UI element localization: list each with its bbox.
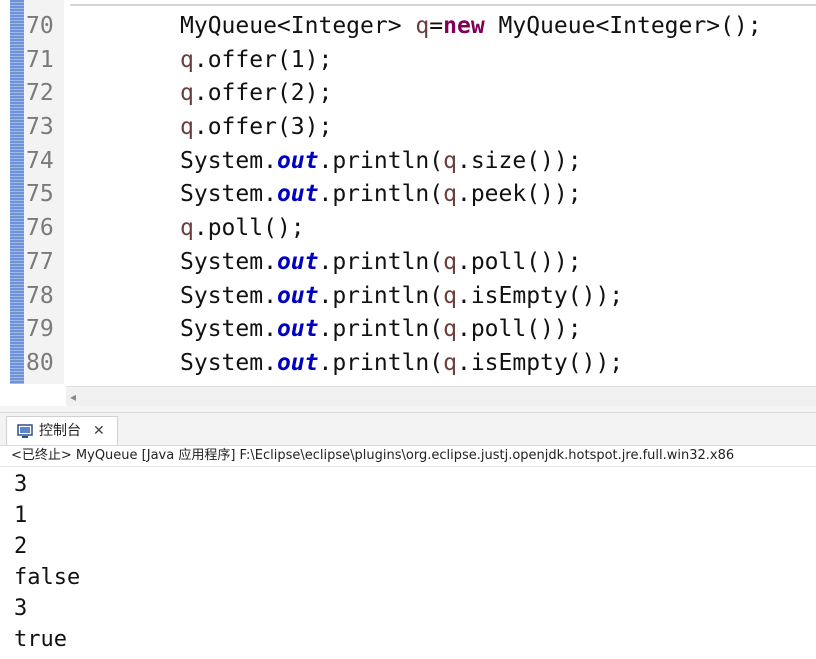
code-text: q.offer(2); (180, 76, 332, 110)
code-token: q (443, 148, 457, 174)
code-text: q.offer(1); (180, 43, 332, 77)
tab-console[interactable]: 控制台 ✕ (6, 416, 118, 445)
code-token: q (180, 47, 194, 73)
line-number: 77 (26, 249, 54, 275)
code-text: System.out.println(q.size()); (180, 144, 582, 178)
code-token: System. (180, 181, 277, 207)
code-line[interactable]: 72 q.offer(2); (0, 76, 816, 110)
code-text: System.out.println(q.peek()); (180, 177, 582, 211)
code-token: System. (180, 249, 277, 275)
code-token: MyQueue<Integer>(); (484, 13, 762, 39)
code-token: System. (180, 350, 277, 376)
code-token: .println( (318, 249, 444, 275)
code-line[interactable]: 73 q.offer(3); (0, 110, 816, 144)
console-output: 3 1 2 false 3 true (0, 469, 816, 659)
code-token: .println( (318, 148, 444, 174)
code-line[interactable]: 80 System.out.println(q.isEmpty()); (0, 346, 816, 380)
code-token: new (443, 13, 485, 39)
code-token: out (276, 148, 319, 174)
code-text: q.poll(); (180, 211, 305, 245)
code-token: out (276, 283, 319, 309)
line-number: 80 (26, 350, 54, 376)
code-token: System. (180, 316, 277, 342)
console-output-line: false (14, 565, 81, 590)
console-tab-bar: 控制台 ✕ (0, 412, 816, 446)
code-token: .println( (318, 316, 444, 342)
line-number: 75 (26, 181, 54, 207)
line-number: 78 (26, 283, 54, 309)
code-token: .poll()); (456, 316, 582, 342)
code-token: q (443, 350, 457, 376)
code-line[interactable]: 79 System.out.println(q.poll()); (0, 312, 816, 346)
line-number: 73 (26, 114, 54, 140)
code-line[interactable]: 74 System.out.println(q.size()); (0, 144, 816, 178)
code-token: .offer(1); (193, 47, 333, 73)
code-editor[interactable]: 70 MyQueue<Integer> q=new MyQueue<Integer… (0, 0, 816, 386)
line-number: 74 (26, 148, 54, 174)
tab-console-label: 控制台 (39, 423, 81, 439)
code-text: System.out.println(q.isEmpty()); (180, 279, 623, 313)
code-line[interactable]: 77 System.out.println(q.poll()); (0, 245, 816, 279)
code-token: q (180, 215, 194, 241)
code-token: .println( (318, 283, 444, 309)
console-output-line: 3 (14, 472, 28, 497)
code-token: .peek()); (456, 181, 582, 207)
code-line[interactable]: 75 System.out.println(q.peek()); (0, 177, 816, 211)
code-token: .isEmpty()); (456, 283, 624, 309)
code-text: System.out.println(q.isEmpty()); (180, 346, 623, 380)
console-status-line: <已终止> MyQueue [Java 应用程序] F:\Eclipse\ecl… (0, 445, 816, 467)
code-token: System. (180, 283, 277, 309)
current-line-border (70, 4, 816, 6)
line-number: 76 (26, 215, 54, 241)
code-line[interactable]: 70 MyQueue<Integer> q=new MyQueue<Integer… (0, 9, 816, 43)
code-token: MyQueue<Integer> (180, 13, 416, 39)
line-number: 72 (26, 80, 54, 106)
line-number: 71 (26, 47, 54, 73)
line-number: 79 (26, 316, 54, 342)
code-text: q.offer(3); (180, 110, 332, 144)
code-token: q (180, 114, 194, 140)
code-token: .println( (318, 181, 444, 207)
code-token: .size()); (456, 148, 582, 174)
code-token: = (429, 13, 444, 39)
code-token: .isEmpty()); (456, 350, 624, 376)
code-token: q (443, 181, 457, 207)
console-output-line: true (14, 627, 67, 652)
code-token: q (415, 13, 430, 39)
console-output-line: 1 (14, 503, 28, 528)
line-number: 70 (26, 13, 54, 39)
code-token: q (443, 283, 457, 309)
code-token: .offer(2); (193, 80, 333, 106)
code-token: .poll(); (193, 215, 305, 241)
code-token: out (276, 350, 319, 376)
close-icon[interactable]: ✕ (93, 417, 105, 445)
code-line[interactable]: 76 q.poll(); (0, 211, 816, 245)
code-token: out (276, 249, 319, 275)
code-text: System.out.println(q.poll()); (180, 245, 582, 279)
code-token: q (180, 80, 194, 106)
console-output-line: 3 (14, 596, 28, 621)
horizontal-scrollbar[interactable]: ◂ (66, 386, 816, 407)
code-text: MyQueue<Integer> q=new MyQueue<Integer>(… (180, 9, 762, 43)
code-token: .poll()); (456, 249, 582, 275)
code-token: .offer(3); (193, 114, 333, 140)
code-token: System. (180, 148, 277, 174)
code-token: out (276, 316, 319, 342)
code-line[interactable]: 71 q.offer(1); (0, 43, 816, 77)
code-text: System.out.println(q.poll()); (180, 312, 582, 346)
scroll-left-icon[interactable]: ◂ (70, 390, 76, 404)
code-token: .println( (318, 350, 444, 376)
code-token: out (276, 181, 319, 207)
code-token: q (443, 249, 457, 275)
console-output-line: 2 (14, 534, 28, 559)
console-icon (17, 424, 33, 438)
code-token: q (443, 316, 457, 342)
code-line[interactable]: 78 System.out.println(q.isEmpty()); (0, 279, 816, 313)
